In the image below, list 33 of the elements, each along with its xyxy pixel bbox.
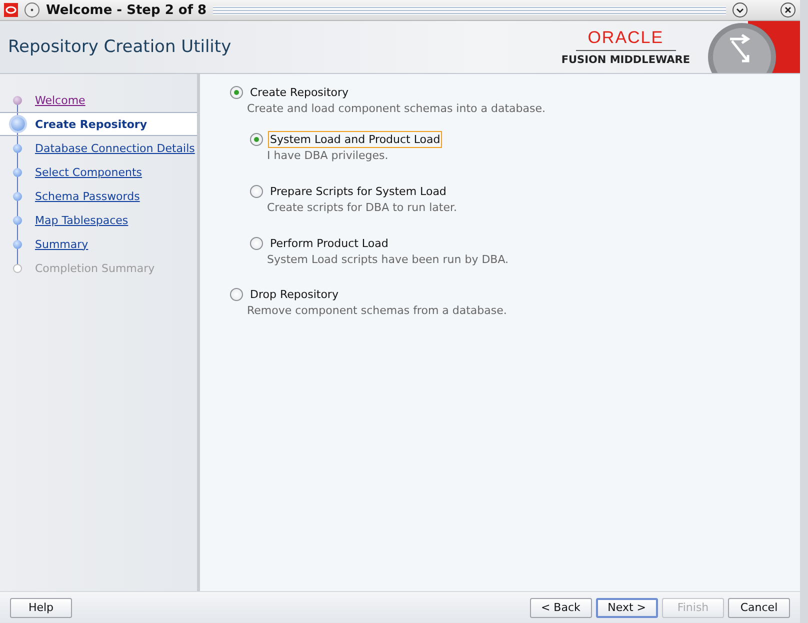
option-label[interactable]: Create Repository (248, 84, 351, 101)
step-link[interactable]: Welcome (35, 94, 86, 106)
product-title: Repository Creation Utility (7, 37, 232, 57)
option-description: Create scripts for DBA to run later. (266, 201, 458, 214)
radio-button[interactable] (250, 185, 263, 198)
step-link[interactable]: Map Tablespaces (35, 214, 128, 226)
option-description: I have DBA privileges. (266, 149, 390, 162)
option-description: System Load scripts have been run by DBA. (266, 253, 510, 266)
dialog-button[interactable]: Help (10, 598, 72, 618)
radio-button[interactable] (230, 86, 243, 99)
step-link[interactable]: Select Components (35, 166, 142, 178)
step-link[interactable]: Summary (35, 238, 88, 250)
app-icon (4, 3, 18, 17)
brand-logo: ORACLE (576, 28, 676, 51)
option-description: Create and load component schemas into a database. (246, 102, 546, 115)
option-label[interactable]: System Load and Product Load (268, 131, 442, 148)
option-label[interactable]: Perform Product Load (268, 235, 390, 252)
window-title: Welcome - Step 2 of 8 (46, 2, 207, 18)
product-name: FUSION MIDDLEWARE (561, 53, 690, 66)
step-link[interactable]: Schema Passwords (35, 190, 140, 202)
radio-button[interactable] (230, 288, 243, 301)
step-link[interactable]: Database Connection Details (35, 142, 195, 154)
dialog-button[interactable]: Next > (596, 598, 658, 618)
window-menu-icon[interactable] (24, 2, 40, 18)
dialog-button[interactable]: Cancel (728, 598, 790, 618)
option-label[interactable]: Drop Repository (248, 286, 340, 303)
minimize-icon[interactable] (732, 2, 748, 18)
radio-button[interactable] (250, 133, 263, 146)
close-icon[interactable] (780, 2, 796, 18)
option-label[interactable]: Prepare Scripts for System Load (268, 183, 448, 200)
radio-button[interactable] (250, 237, 263, 250)
option-description: Remove component schemas from a database. (246, 304, 508, 317)
dialog-button[interactable]: < Back (530, 598, 592, 618)
